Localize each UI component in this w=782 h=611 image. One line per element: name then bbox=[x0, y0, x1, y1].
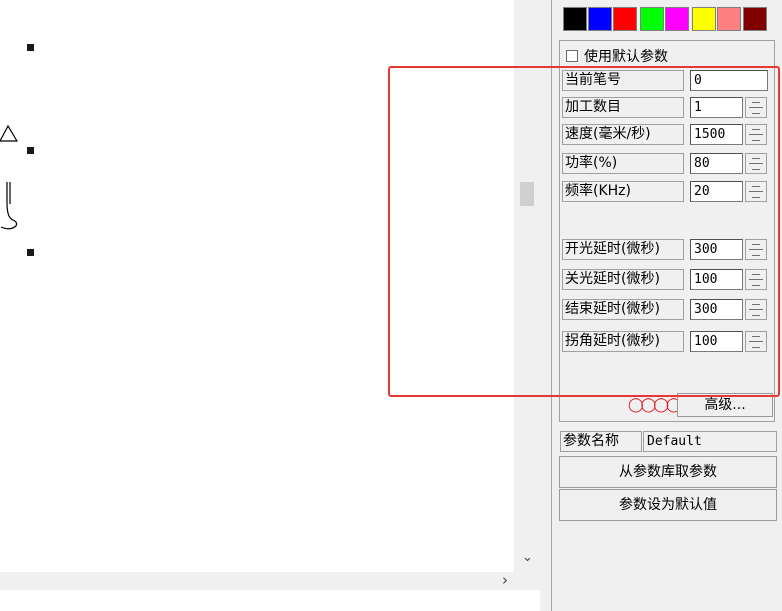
selection-handle[interactable] bbox=[27, 249, 34, 256]
color-swatch[interactable] bbox=[640, 7, 664, 31]
color-swatch[interactable] bbox=[613, 7, 637, 31]
param-value-input[interactable]: 100 bbox=[690, 269, 743, 290]
spinner-button[interactable] bbox=[745, 97, 767, 118]
color-swatch[interactable] bbox=[665, 7, 689, 31]
param-value-input[interactable]: 1500 bbox=[690, 124, 743, 145]
status-area bbox=[0, 590, 540, 611]
spinner-button[interactable] bbox=[745, 299, 767, 320]
selection-handle[interactable] bbox=[27, 44, 34, 51]
spinner-button[interactable] bbox=[745, 153, 767, 174]
param-value-input[interactable]: 1 bbox=[690, 97, 743, 118]
spinner-button[interactable] bbox=[745, 181, 767, 202]
param-value-input[interactable]: 300 bbox=[690, 299, 743, 320]
param-label: 加工数目 bbox=[562, 97, 684, 118]
spinner-button[interactable] bbox=[745, 331, 767, 352]
color-swatch[interactable] bbox=[717, 7, 741, 31]
drawing-canvas[interactable] bbox=[0, 0, 514, 572]
param-value-input[interactable]: 300 bbox=[690, 239, 743, 260]
advanced-button[interactable]: 高级... bbox=[677, 393, 773, 417]
spinner-button[interactable] bbox=[745, 269, 767, 290]
set-default-button[interactable]: 参数设为默认值 bbox=[559, 489, 777, 521]
color-swatch[interactable] bbox=[692, 7, 716, 31]
use-default-checkbox-row[interactable]: 使用默认参数 bbox=[566, 46, 668, 66]
panel-splitter[interactable] bbox=[540, 0, 552, 611]
param-label: 频率(KHz) bbox=[562, 181, 684, 202]
param-value-input[interactable]: 80 bbox=[690, 153, 743, 174]
param-name-value[interactable]: Default bbox=[643, 431, 777, 452]
vertical-scrollbar[interactable]: ⌄ bbox=[514, 0, 539, 572]
param-label: 开光延时(微秒) bbox=[562, 239, 684, 260]
param-name-label: 参数名称 bbox=[560, 431, 642, 452]
param-label: 拐角延时(微秒) bbox=[562, 331, 684, 352]
ring-chain-icon: ◯◯◯◯ bbox=[628, 397, 682, 413]
load-from-library-label: 从参数库取参数 bbox=[619, 464, 717, 480]
load-from-library-button[interactable]: 从参数库取参数 bbox=[559, 456, 777, 488]
param-value-input[interactable]: 20 bbox=[690, 181, 743, 202]
chevron-down-icon[interactable]: ⌄ bbox=[522, 551, 533, 564]
spinner-button[interactable] bbox=[745, 124, 767, 145]
color-swatch[interactable] bbox=[743, 7, 767, 31]
color-swatch[interactable] bbox=[588, 7, 612, 31]
param-label: 关光延时(微秒) bbox=[562, 269, 684, 290]
spinner-button[interactable] bbox=[745, 239, 767, 260]
param-label: 速度(毫米/秒) bbox=[562, 124, 684, 145]
use-default-checkbox[interactable] bbox=[566, 50, 578, 62]
vector-shape[interactable] bbox=[0, 120, 24, 235]
color-swatch[interactable] bbox=[563, 7, 587, 31]
param-label: 结束延时(微秒) bbox=[562, 299, 684, 320]
param-label: 功率(%) bbox=[562, 153, 684, 174]
set-default-label: 参数设为默认值 bbox=[619, 497, 717, 513]
horizontal-scrollbar[interactable]: › bbox=[0, 572, 540, 590]
chevron-right-icon[interactable]: › bbox=[502, 573, 508, 588]
param-label: 当前笔号 bbox=[562, 70, 684, 91]
scroll-thumb[interactable] bbox=[520, 182, 534, 206]
advanced-button-label: 高级... bbox=[704, 397, 746, 413]
param-value-input[interactable]: 0 bbox=[690, 70, 768, 91]
use-default-label: 使用默认参数 bbox=[584, 49, 668, 65]
selection-handle[interactable] bbox=[27, 147, 34, 154]
param-value-input[interactable]: 100 bbox=[690, 331, 743, 352]
